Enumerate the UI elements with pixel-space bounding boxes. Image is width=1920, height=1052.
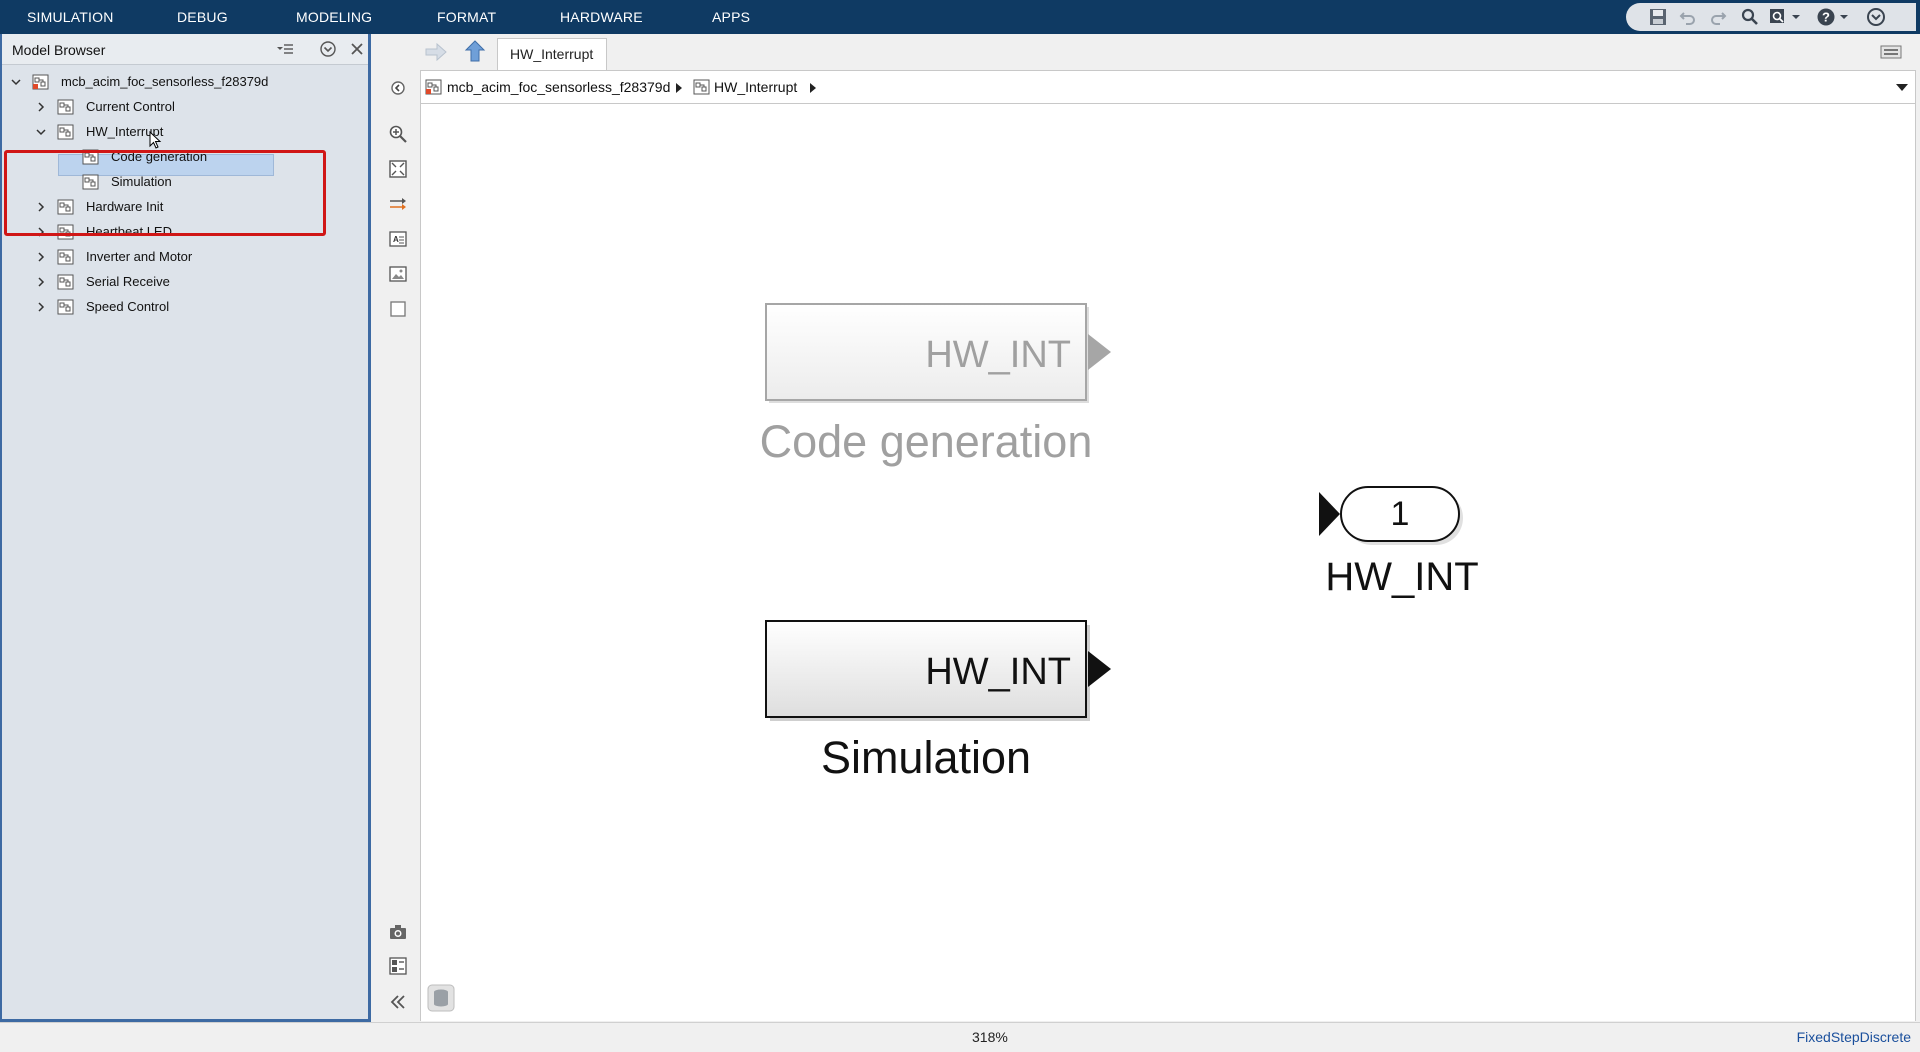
model-browser-title: Model Browser xyxy=(12,42,106,58)
annotation-highlight-box xyxy=(4,150,326,236)
simulation-port-label: HW_INT xyxy=(925,651,1071,693)
tab-simulation[interactable]: SIMULATION xyxy=(27,0,114,34)
tab-apps[interactable]: APPS xyxy=(712,0,750,34)
tree-item-label: Speed Control xyxy=(86,299,170,314)
tab-modeling[interactable]: MODELING xyxy=(296,0,372,34)
chevron-down-icon[interactable] xyxy=(10,76,22,88)
code-generation-block-name[interactable]: Code generation xyxy=(760,416,1093,467)
chevron-right-icon[interactable] xyxy=(35,301,47,313)
close-icon[interactable] xyxy=(348,40,366,58)
collapse-panel-icon[interactable] xyxy=(319,40,337,58)
image-icon[interactable] xyxy=(388,264,408,284)
tree-item-label: mcb_acim_foc_sensorless_f28379d xyxy=(61,74,269,89)
find-options-icon[interactable] xyxy=(1768,7,1788,27)
annotation-icon[interactable]: A xyxy=(388,229,408,249)
svg-text:?: ? xyxy=(1822,10,1830,25)
inport-block-name[interactable]: HW_INT xyxy=(1325,555,1478,599)
chevron-right-icon[interactable] xyxy=(35,276,47,288)
breadcrumb-separator-icon[interactable] xyxy=(809,82,817,94)
vertical-toolbar: A xyxy=(374,34,420,1022)
undo-icon[interactable] xyxy=(1678,7,1698,27)
status-bar: 318% FixedStepDiscrete xyxy=(0,1022,1920,1052)
tree-item-label: Inverter and Motor xyxy=(86,249,193,264)
tree-item-label: Current Control xyxy=(86,99,175,114)
tree-item-label: Serial Receive xyxy=(86,274,170,289)
subsystem-icon xyxy=(57,274,74,290)
hide-show-explorer-icon[interactable] xyxy=(388,78,408,98)
subsystem-icon xyxy=(57,124,74,140)
chevron-right-icon[interactable] xyxy=(35,101,47,113)
keyboard-icon[interactable] xyxy=(1880,45,1902,59)
inport-number: 1 xyxy=(1391,495,1410,533)
redo-icon[interactable] xyxy=(1708,7,1728,27)
save-icon[interactable] xyxy=(1648,7,1668,27)
property-inspector-icon[interactable] xyxy=(388,956,408,976)
inport-block[interactable]: 1 xyxy=(1319,486,1463,545)
chevron-right-icon[interactable] xyxy=(35,251,47,263)
minimize-ribbon-icon[interactable] xyxy=(1866,7,1886,27)
browser-options-icon[interactable] xyxy=(276,40,294,58)
chevron-down-icon[interactable] xyxy=(1895,83,1909,93)
forward-arrow-icon[interactable] xyxy=(424,41,448,63)
subsystem-icon xyxy=(57,99,74,115)
tab-debug[interactable]: DEBUG xyxy=(177,0,228,34)
search-icon[interactable] xyxy=(1740,7,1760,27)
simulation-block-name[interactable]: Simulation xyxy=(821,732,1031,783)
data-store-icon[interactable] xyxy=(427,984,455,1012)
input-port-icon xyxy=(1319,492,1340,536)
up-arrow-icon[interactable] xyxy=(464,39,486,63)
help-menu-chevron-icon[interactable] xyxy=(1838,7,1850,27)
tab-format[interactable]: FORMAT xyxy=(437,0,496,34)
model-browser-panel: Model Browser mcb_acim_foc_sensorless_f2… xyxy=(0,34,371,1022)
model-canvas[interactable]: HW_INT Code generation 1 HW_INT HW_INT S… xyxy=(420,104,1916,1021)
breadcrumb-item-hw-interrupt[interactable]: HW_Interrupt xyxy=(714,79,797,95)
help-icon[interactable]: ? xyxy=(1816,7,1836,27)
output-port-icon xyxy=(1088,334,1111,370)
svg-text:A: A xyxy=(393,235,399,244)
signal-arrow-icon[interactable] xyxy=(388,194,408,214)
model-icon xyxy=(32,74,49,90)
zoom-level: 318% xyxy=(972,1029,1008,1045)
subsystem-icon xyxy=(693,79,710,95)
quick-access-toolbar: ? xyxy=(1610,0,1920,34)
model-browser-header: Model Browser xyxy=(2,34,368,65)
code-generation-port-label: HW_INT xyxy=(925,334,1071,376)
block-diagram: HW_INT Code generation 1 HW_INT HW_INT S… xyxy=(760,303,1479,783)
breadcrumb-separator-icon[interactable] xyxy=(675,82,683,94)
code-generation-block[interactable]: HW_INT xyxy=(765,303,1111,403)
menu-bar: SIMULATION DEBUG MODELING FORMAT HARDWAR… xyxy=(0,0,1920,34)
collapse-palette-icon[interactable] xyxy=(388,992,408,1012)
solver-link[interactable]: FixedStepDiscrete xyxy=(1797,1029,1911,1045)
simulation-block[interactable]: HW_INT xyxy=(765,620,1111,721)
chevron-down-icon[interactable] xyxy=(35,126,47,138)
zoom-in-icon[interactable] xyxy=(388,124,408,144)
tab-hardware[interactable]: HARDWARE xyxy=(560,0,643,34)
model-icon xyxy=(425,79,442,95)
output-port-icon xyxy=(1088,651,1111,687)
chevron-down-icon[interactable] xyxy=(1790,7,1802,27)
breadcrumb-item-model[interactable]: mcb_acim_foc_sensorless_f28379d xyxy=(447,79,670,95)
camera-icon[interactable] xyxy=(388,922,408,942)
subsystem-icon xyxy=(57,299,74,315)
tab-hw-interrupt[interactable]: HW_Interrupt xyxy=(497,38,607,70)
breadcrumb: mcb_acim_foc_sensorless_f28379d HW_Inter… xyxy=(420,70,1916,104)
area-icon[interactable] xyxy=(388,299,408,319)
subsystem-icon xyxy=(57,249,74,265)
fit-to-view-icon[interactable] xyxy=(388,159,408,179)
